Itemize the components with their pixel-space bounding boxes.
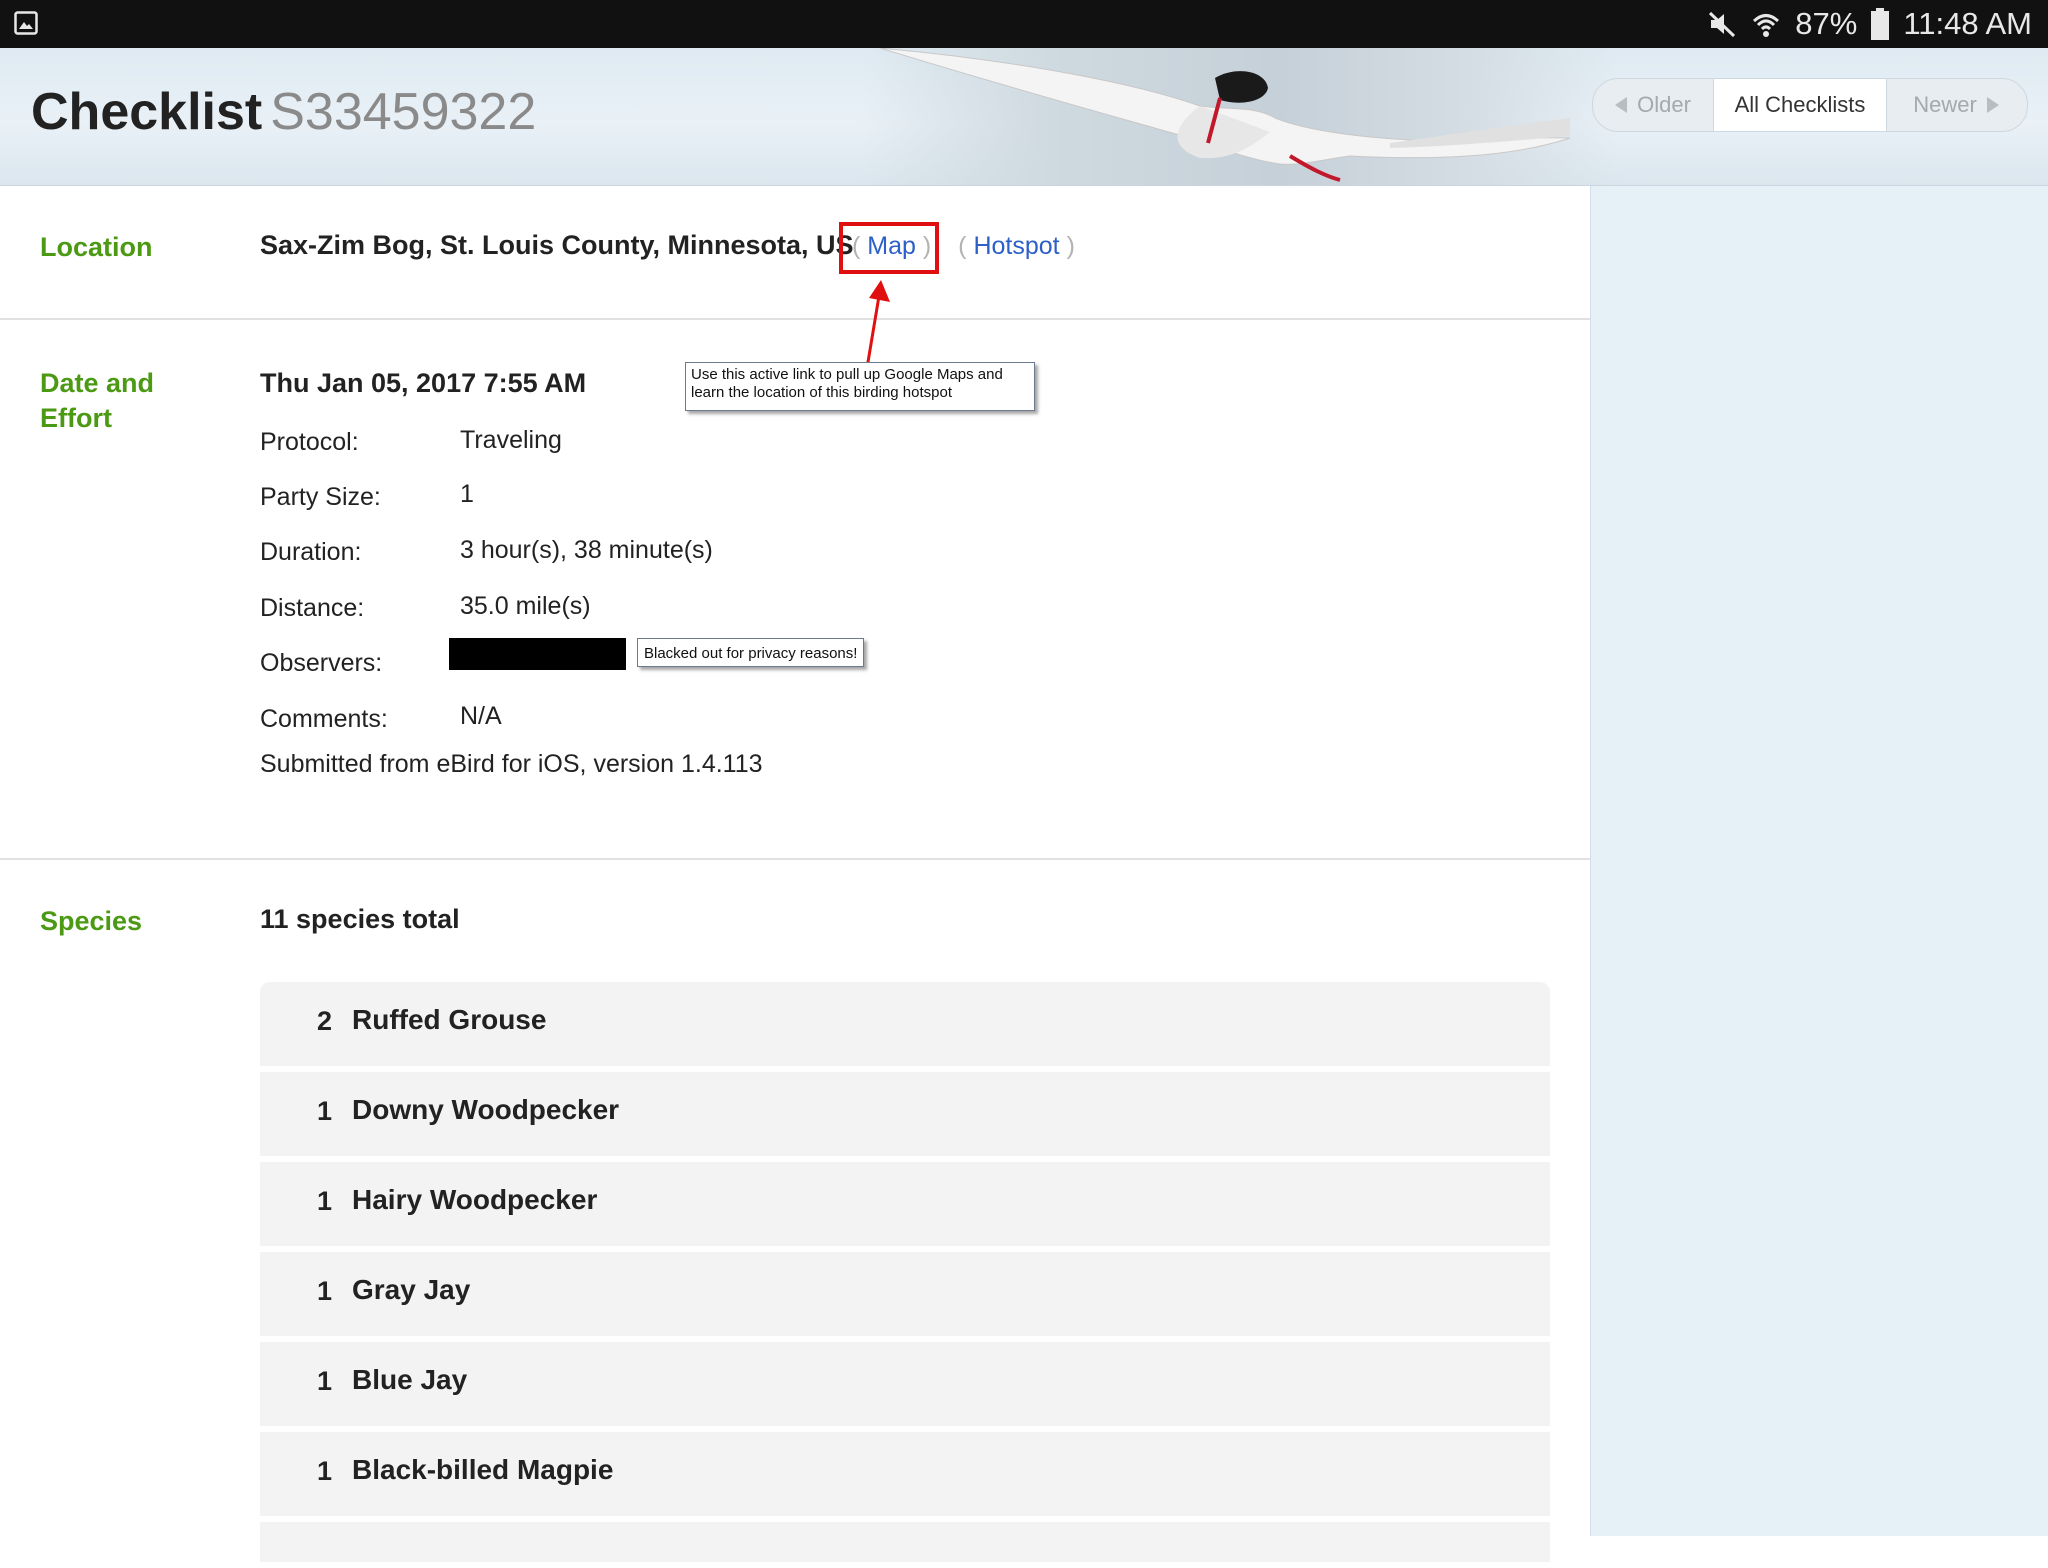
right-sidebar bbox=[1590, 186, 2048, 1536]
page-title: Checklist S33459322 bbox=[31, 83, 537, 141]
status-icons: 87% 11:48 AM bbox=[1707, 0, 2032, 48]
duration-label: Duration: bbox=[260, 538, 362, 566]
clock: 11:48 AM bbox=[1903, 6, 2032, 41]
location-section: Location Sax-Zim Bog, St. Louis County, … bbox=[0, 186, 1590, 320]
species-row[interactable] bbox=[260, 1522, 1550, 1562]
species-row[interactable]: 2 Ruffed Grouse bbox=[260, 982, 1550, 1066]
battery-percent: 87% bbox=[1795, 6, 1858, 41]
checklist-pager: Older All Checklists Newer bbox=[1592, 78, 2028, 132]
annotation-arrow bbox=[865, 280, 890, 369]
location-name: Sax-Zim Bog, St. Louis County, Minnesota… bbox=[260, 230, 854, 260]
species-total: 11 species total bbox=[260, 904, 460, 934]
species-row[interactable]: 1 Downy Woodpecker bbox=[260, 1072, 1550, 1156]
party-size-label: Party Size: bbox=[260, 483, 381, 511]
wifi-icon bbox=[1753, 14, 1780, 37]
page-header: Checklist S33459322 Older All Checklists … bbox=[0, 48, 2048, 186]
species-row[interactable]: 1 Blue Jay bbox=[260, 1342, 1550, 1426]
species-name: Blue Jay bbox=[352, 1364, 468, 1395]
privacy-annotation: Blacked out for privacy reasons! bbox=[637, 638, 865, 667]
species-count: 1 bbox=[317, 1186, 333, 1216]
all-checklists-button[interactable]: All Checklists bbox=[1713, 79, 1887, 131]
gallery-icon bbox=[14, 11, 38, 35]
species-row[interactable]: 1 Black-billed Magpie bbox=[260, 1432, 1550, 1516]
party-size-value: 1 bbox=[460, 480, 474, 508]
date-effort-label: Date and Effort bbox=[40, 368, 155, 433]
submitted-from: Submitted from eBird for iOS, version 1.… bbox=[260, 750, 763, 778]
species-count: 1 bbox=[317, 1276, 333, 1306]
checklist-datetime: Thu Jan 05, 2017 7:55 AM bbox=[260, 368, 587, 398]
battery-icon bbox=[1871, 8, 1890, 40]
species-row[interactable]: 1 Gray Jay bbox=[260, 1252, 1550, 1336]
species-name: Hairy Woodpecker bbox=[352, 1184, 598, 1215]
distance-label: Distance: bbox=[260, 594, 365, 622]
checklist-id: S33459322 bbox=[270, 83, 537, 141]
comments-value: N/A bbox=[460, 702, 502, 730]
location-label: Location bbox=[40, 232, 153, 262]
species-count: 1 bbox=[317, 1096, 333, 1126]
species-count: 1 bbox=[317, 1456, 333, 1486]
species-name: Black-billed Magpie bbox=[352, 1454, 614, 1485]
map-annotation-callout: Use this active link to pull up Google M… bbox=[685, 362, 1035, 411]
observers-redacted bbox=[449, 638, 626, 670]
older-button[interactable]: Older bbox=[1593, 79, 1713, 131]
mute-icon bbox=[1709, 11, 1736, 38]
distance-value: 35.0 mile(s) bbox=[460, 592, 591, 620]
species-count: 1 bbox=[317, 1366, 333, 1396]
species-section: Species 11 species total 2 Ruffed Grouse… bbox=[0, 858, 1590, 1562]
observers-label: Observers: bbox=[260, 649, 383, 677]
map-highlight-box bbox=[839, 222, 939, 274]
tern-banner-image bbox=[879, 48, 1571, 182]
species-row[interactable]: 1 Hairy Woodpecker bbox=[260, 1162, 1550, 1246]
chevron-left-icon bbox=[1615, 97, 1628, 113]
species-name: Downy Woodpecker bbox=[352, 1094, 620, 1125]
chevron-right-icon bbox=[1986, 97, 1999, 113]
hotspot-link[interactable]: Hotspot bbox=[973, 232, 1059, 260]
duration-value: 3 hour(s), 38 minute(s) bbox=[460, 536, 713, 564]
species-list: 2 Ruffed Grouse 1 Downy Woodpecker 1 Hai… bbox=[260, 982, 1550, 1568]
species-name: Ruffed Grouse bbox=[352, 1004, 547, 1035]
newer-button[interactable]: Newer bbox=[1887, 79, 2025, 131]
species-name: Gray Jay bbox=[352, 1274, 471, 1305]
species-count: 2 bbox=[317, 1006, 333, 1036]
checklist-main: Location Sax-Zim Bog, St. Louis County, … bbox=[0, 186, 1590, 1562]
comments-label: Comments: bbox=[260, 705, 388, 733]
protocol-label: Protocol: bbox=[260, 428, 359, 456]
status-bar: 87% 11:48 AM bbox=[0, 0, 2048, 48]
protocol-value: Traveling bbox=[460, 426, 562, 454]
species-label: Species bbox=[40, 906, 143, 936]
